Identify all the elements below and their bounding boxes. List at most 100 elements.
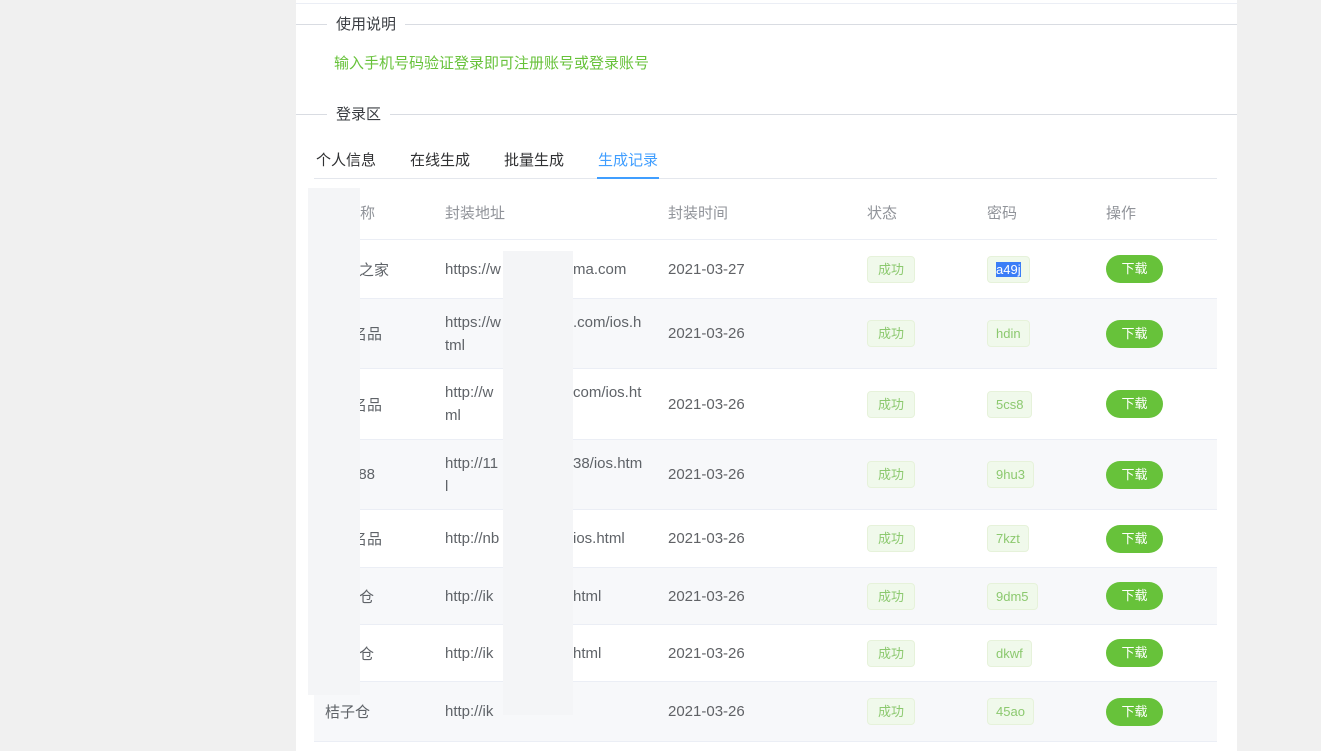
- tab-batch-generate[interactable]: 批量生成: [504, 145, 564, 178]
- row-action-cell: 下载: [1095, 390, 1217, 418]
- status-badge: 成功: [867, 525, 915, 552]
- row-password-cell: a49j: [975, 256, 1095, 283]
- header-url: 封装地址: [430, 202, 655, 223]
- download-button[interactable]: 下载: [1106, 639, 1163, 667]
- row-time: 2021-03-26: [655, 325, 855, 342]
- row-password-cell: 9hu3: [975, 461, 1095, 488]
- content-panel: 使用说明 输入手机号码验证登录即可注册账号或登录账号 登录区 个人信息 在线生成…: [296, 0, 1237, 751]
- row-url-right-fragment: html: [573, 585, 601, 608]
- header-time: 封装时间: [655, 202, 855, 223]
- row-time: 2021-03-26: [655, 703, 855, 720]
- password-value[interactable]: 7kzt: [996, 531, 1020, 546]
- row-time: 2021-03-26: [655, 396, 855, 413]
- row-url-left-fragment: http://ik: [445, 588, 493, 605]
- table-row: 名品 http://w com/ios.ht ml 2021-03-26 成功 …: [314, 369, 1217, 440]
- row-action-cell: 下载: [1095, 525, 1217, 553]
- row-status-cell: 成功: [855, 698, 975, 725]
- row-url-left-fragment: http://nb: [445, 530, 499, 547]
- row-url-left-fragment: http://w: [445, 384, 493, 401]
- row-url-right-fragment: 38/ios.htm: [573, 452, 642, 475]
- row-action-cell: 下载: [1095, 320, 1217, 348]
- password-value[interactable]: dkwf: [996, 646, 1023, 661]
- row-password-cell: 5cs8: [975, 391, 1095, 418]
- status-badge: 成功: [867, 583, 915, 610]
- row-action-cell: 下载: [1095, 461, 1217, 489]
- row-action-cell: 下载: [1095, 639, 1217, 667]
- status-badge: 成功: [867, 461, 915, 488]
- password-badge[interactable]: dkwf: [987, 640, 1032, 667]
- usage-note: 输入手机号码验证登录即可注册账号或登录账号: [334, 52, 649, 73]
- row-url-left-fragment: https://w: [445, 314, 501, 331]
- table-row: 名品 https://w .com/ios.h tml 2021-03-26 成…: [314, 299, 1217, 369]
- row-url-right-fragment: html: [573, 642, 601, 665]
- legend-line-left: [296, 24, 327, 25]
- password-badge[interactable]: 9hu3: [987, 461, 1034, 488]
- row-name: 桔子仓: [314, 701, 430, 722]
- password-value[interactable]: 45ao: [996, 704, 1025, 719]
- tab-online-generate[interactable]: 在线生成: [410, 145, 470, 178]
- legend-line-left: [296, 114, 327, 115]
- password-badge[interactable]: 7kzt: [987, 525, 1029, 552]
- top-divider: [296, 3, 1237, 4]
- row-time: 2021-03-26: [655, 466, 855, 483]
- status-badge: 成功: [867, 391, 915, 418]
- row-status-cell: 成功: [855, 320, 975, 347]
- header-action: 操作: [1095, 202, 1217, 223]
- usage-legend-title: 使用说明: [336, 15, 396, 34]
- row-password-cell: 9dm5: [975, 583, 1095, 610]
- status-badge: 成功: [867, 320, 915, 347]
- censor-overlay-name-column: [308, 188, 360, 695]
- status-badge: 成功: [867, 640, 915, 667]
- row-status-cell: 成功: [855, 583, 975, 610]
- download-button[interactable]: 下载: [1106, 255, 1163, 283]
- row-status-cell: 成功: [855, 525, 975, 552]
- row-url-right-fragment: .com/ios.h: [573, 311, 641, 334]
- table-row: 888 http://11 38/ios.htm l 2021-03-26 成功…: [314, 440, 1217, 510]
- download-button[interactable]: 下载: [1106, 461, 1163, 489]
- download-button[interactable]: 下载: [1106, 390, 1163, 418]
- tab-generation-records[interactable]: 生成记录: [598, 145, 658, 178]
- row-url-left-fragment: http://11: [445, 455, 498, 472]
- password-value[interactable]: a49j: [996, 262, 1021, 277]
- password-value[interactable]: hdin: [996, 326, 1021, 341]
- usage-section-legend: 使用说明: [296, 15, 1237, 34]
- censor-overlay-url-column: [503, 251, 573, 715]
- row-url-left-fragment: http://ik: [445, 703, 493, 720]
- row-status-cell: 成功: [855, 640, 975, 667]
- row-action-cell: 下载: [1095, 255, 1217, 283]
- password-badge[interactable]: a49j: [987, 256, 1030, 283]
- status-badge: 成功: [867, 698, 915, 725]
- header-password: 密码: [975, 202, 1095, 223]
- download-button[interactable]: 下载: [1106, 582, 1163, 610]
- row-url-right-fragment: ios.html: [573, 527, 625, 550]
- header-status: 状态: [855, 202, 975, 223]
- password-value[interactable]: 5cs8: [996, 397, 1023, 412]
- row-time: 2021-03-26: [655, 588, 855, 605]
- password-badge[interactable]: 5cs8: [987, 391, 1032, 418]
- row-action-cell: 下载: [1095, 582, 1217, 610]
- legend-line-right: [390, 114, 1237, 115]
- row-password-cell: hdin: [975, 320, 1095, 347]
- table-row: 仓 http://ik html 2021-03-26 成功 9dm5 下载: [314, 568, 1217, 625]
- tab-bar: 个人信息 在线生成 批量生成 生成记录: [314, 145, 1217, 179]
- download-button[interactable]: 下载: [1106, 698, 1163, 726]
- password-badge[interactable]: 45ao: [987, 698, 1034, 725]
- table-row: 之家 https://w ma.com 2021-03-27 成功 a49j 下…: [314, 240, 1217, 299]
- download-button[interactable]: 下载: [1106, 525, 1163, 553]
- row-time: 2021-03-27: [655, 261, 855, 278]
- row-action-cell: 下载: [1095, 698, 1217, 726]
- password-value[interactable]: 9dm5: [996, 589, 1029, 604]
- row-password-cell: 7kzt: [975, 525, 1095, 552]
- table-row: 名品 http://nb ios.html 2021-03-26 成功 7kzt…: [314, 510, 1217, 568]
- password-value[interactable]: 9hu3: [996, 467, 1025, 482]
- table-row: 桔子仓 http://ik 2021-03-26 成功 45ao 下载: [314, 682, 1217, 742]
- download-button[interactable]: 下载: [1106, 320, 1163, 348]
- records-table: 名称 封装地址 封装时间 状态 密码 操作 之家 https://w ma.co…: [314, 185, 1217, 742]
- row-url-right-fragment: ma.com: [573, 258, 626, 281]
- legend-line-right: [405, 24, 1237, 25]
- password-badge[interactable]: 9dm5: [987, 583, 1038, 610]
- password-badge[interactable]: hdin: [987, 320, 1030, 347]
- tab-personal-info[interactable]: 个人信息: [316, 145, 376, 178]
- status-badge: 成功: [867, 256, 915, 283]
- row-status-cell: 成功: [855, 461, 975, 488]
